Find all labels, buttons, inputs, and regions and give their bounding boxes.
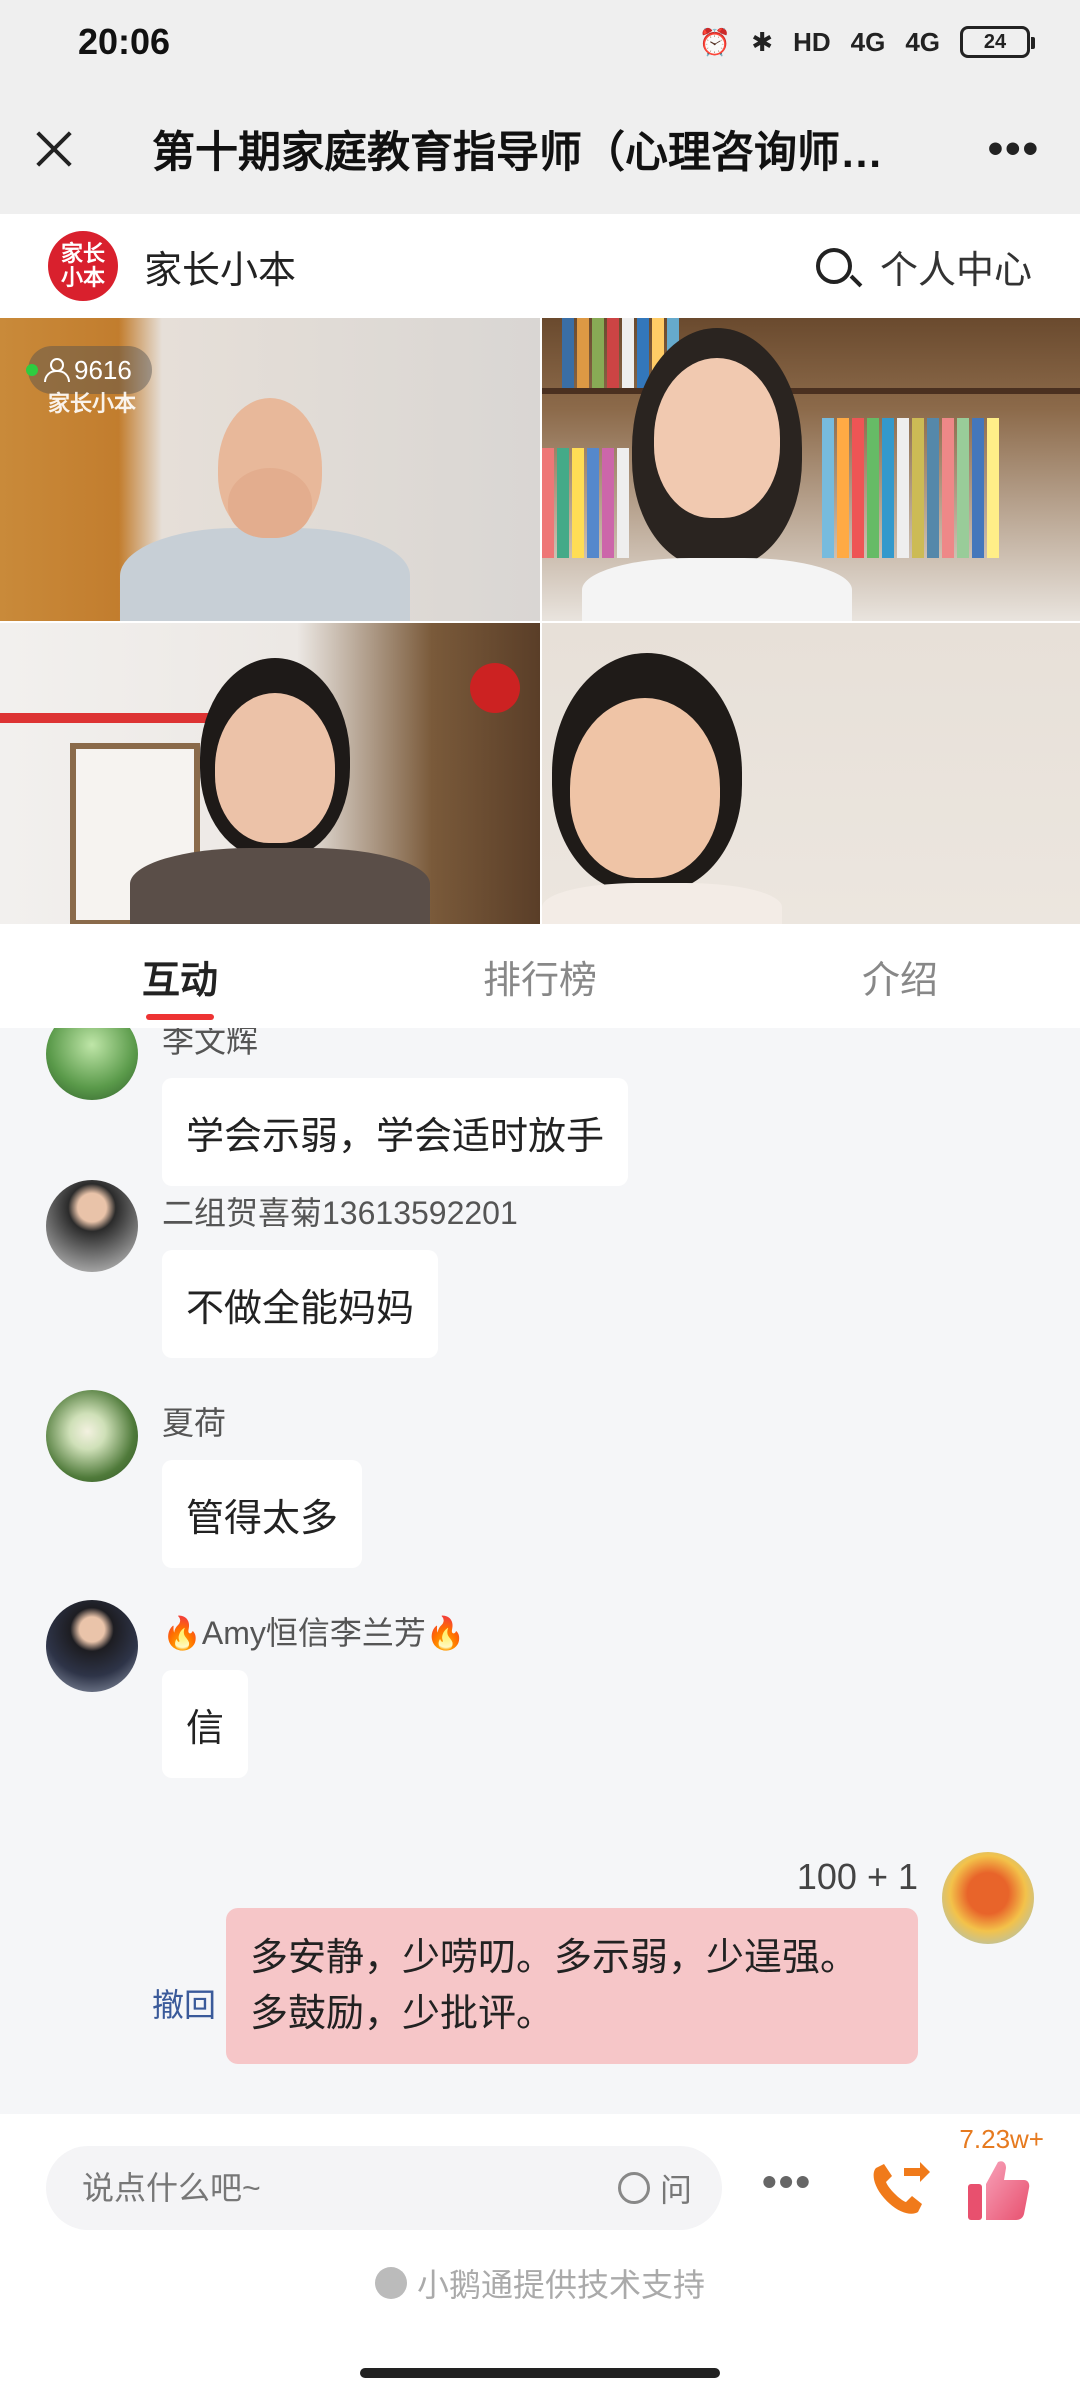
- self-message-bubble[interactable]: 多安静，少唠叨。多示弱，少逞强。 多鼓励，少批评。: [226, 1908, 918, 2064]
- person-torso: [120, 528, 410, 621]
- message-bubble[interactable]: 不做全能妈妈: [162, 1250, 439, 1358]
- sender-name: 李文辉: [162, 1028, 259, 1059]
- sender-name: 🔥Amy恒信李兰芳🔥: [162, 1615, 466, 1651]
- call-button[interactable]: [862, 2154, 934, 2226]
- person-face: [654, 358, 780, 518]
- title-bar: 第十期家庭教育指导师（心理咨询师… •••: [0, 84, 1080, 214]
- bookshelf-right: [822, 418, 999, 558]
- search-icon[interactable]: [815, 248, 852, 284]
- powered-by: 小鹅通提供技术支持: [0, 2260, 1080, 2306]
- message-bubble[interactable]: 信: [162, 1670, 249, 1778]
- hd-icon: HD: [793, 26, 831, 57]
- self-message-count: 100 + 1: [796, 1856, 918, 1897]
- viewer-count: 9616: [74, 354, 132, 385]
- live-dot: [26, 364, 38, 376]
- avatar[interactable]: [942, 1852, 1034, 1944]
- xiaoetong-logo-icon: [374, 2267, 407, 2299]
- ask-toggle[interactable]: 问: [617, 2165, 692, 2211]
- bookshelf-lower: [542, 448, 629, 558]
- tab-interaction[interactable]: 互动: [0, 924, 360, 1028]
- person-torso: [542, 883, 782, 926]
- ask-checkbox[interactable]: [617, 2172, 650, 2204]
- tab-intro[interactable]: 介绍: [720, 924, 1080, 1028]
- person-face: [228, 468, 312, 538]
- tab-bar: 互动 排行榜 介绍: [0, 924, 1080, 1028]
- signal-icon-2: 4G: [905, 26, 940, 57]
- self-message-line: 多鼓励，少批评。: [250, 1993, 555, 2035]
- powered-by-text: 小鹅通提供技术支持: [416, 2267, 705, 2303]
- brand-name[interactable]: 家长小本: [144, 239, 296, 294]
- self-message-line: 多安静，少唠叨。多示弱，少逞强。: [250, 1937, 859, 1979]
- like-count: 7.23w+: [959, 2124, 1044, 2154]
- thumbs-up-icon: [968, 2161, 1030, 2220]
- chat-list[interactable]: 李文辉 学会示弱，学会适时放手 二组贺喜菊13613592201 不做全能妈妈 …: [0, 1028, 1080, 2114]
- input-bar: 7.23w+ 问 ••• 小鹅通提供技术支持: [0, 2114, 1080, 2370]
- comment-input[interactable]: [82, 2169, 618, 2207]
- avatar[interactable]: [46, 1390, 138, 1482]
- avatar[interactable]: [46, 1180, 138, 1272]
- ask-label: 问: [659, 2172, 692, 2208]
- search-area: 个人中心: [815, 239, 1032, 294]
- profile-link[interactable]: 个人中心: [880, 239, 1032, 294]
- video-guest-3[interactable]: [542, 623, 1080, 926]
- avatar[interactable]: [46, 1600, 138, 1692]
- like-button[interactable]: [962, 2154, 1034, 2226]
- comment-input-wrap[interactable]: 问: [46, 2146, 722, 2230]
- close-icon[interactable]: [30, 124, 80, 174]
- brand-logo[interactable]: 家长小本: [48, 231, 118, 301]
- home-indicator[interactable]: [360, 2368, 720, 2378]
- alarm-icon: ⏰: [698, 26, 732, 57]
- person-torso: [582, 558, 852, 621]
- recall-button[interactable]: 撤回: [152, 1980, 216, 2026]
- video-guest-1[interactable]: [542, 318, 1080, 621]
- people-icon: [44, 358, 70, 382]
- page-title: 第十期家庭教育指导师（心理咨询师…: [152, 129, 883, 177]
- signal-icon-1: 4G: [850, 26, 886, 57]
- brand-logo-text: 家长小本: [60, 241, 105, 290]
- more-options-button[interactable]: •••: [762, 2158, 812, 2206]
- message-bubble[interactable]: 管得太多: [162, 1460, 363, 1568]
- video-host[interactable]: 9616 家长小本: [0, 318, 540, 621]
- more-button[interactable]: •••: [988, 124, 1040, 174]
- sender-name: 二组贺喜菊13613592201: [162, 1195, 518, 1231]
- video-guest-2[interactable]: [0, 623, 540, 926]
- watermark: 家长小本: [48, 391, 137, 416]
- red-ornament: [470, 663, 520, 713]
- battery-icon: 24: [960, 26, 1035, 58]
- bluetooth-icon: ✱: [751, 26, 774, 57]
- tab-ranking[interactable]: 排行榜: [360, 924, 720, 1028]
- avatar[interactable]: [46, 1028, 138, 1100]
- brand-bar: 家长小本 家长小本 个人中心: [0, 214, 1080, 318]
- status-time: 20:06: [78, 21, 171, 62]
- person-torso: [130, 848, 430, 926]
- person-face: [215, 693, 335, 843]
- person-face: [570, 698, 720, 878]
- shelf-line: [542, 388, 1080, 394]
- message-bubble[interactable]: 学会示弱，学会适时放手: [162, 1078, 629, 1186]
- status-icons: ⏰ ✱ HD 4G 4G 24: [698, 26, 1035, 58]
- status-bar: 20:06 ⏰ ✱ HD 4G 4G 24: [0, 0, 1080, 84]
- self-message: 100 + 1 多安静，少唠叨。多示弱，少逞强。 多鼓励，少批评。 撤回: [46, 1852, 1034, 2092]
- video-grid[interactable]: 9616 家长小本: [0, 318, 1080, 926]
- phone-icon: [873, 2162, 930, 2214]
- sender-name: 夏荷: [162, 1405, 227, 1441]
